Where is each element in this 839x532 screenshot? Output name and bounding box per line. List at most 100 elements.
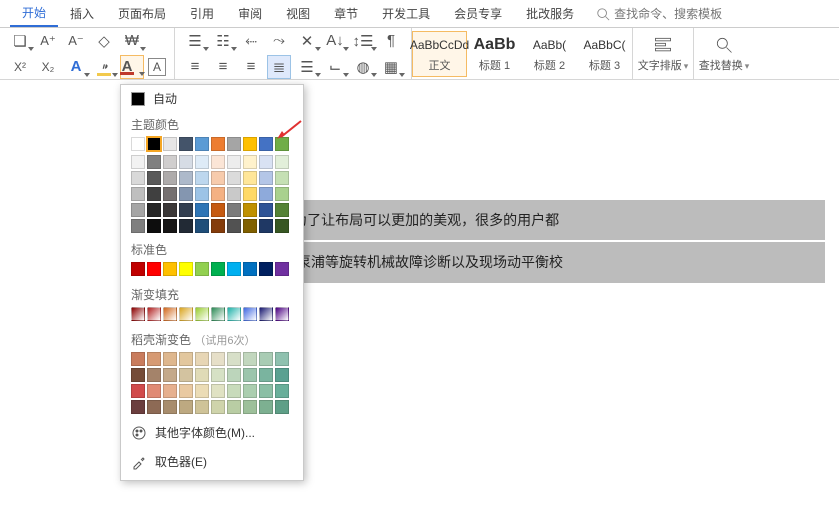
tab-insert[interactable]: 插入 — [58, 1, 106, 26]
doke-swatch[interactable] — [275, 384, 289, 398]
color-swatch[interactable] — [195, 219, 209, 233]
color-swatch[interactable] — [211, 203, 225, 217]
color-swatch[interactable] — [211, 155, 225, 169]
color-swatch[interactable] — [163, 171, 177, 185]
command-search[interactable] — [596, 7, 734, 21]
doke-swatch[interactable] — [243, 368, 257, 382]
color-swatch[interactable] — [147, 155, 161, 169]
subscript-icon[interactable]: X₂ — [36, 55, 60, 79]
doke-swatch[interactable] — [147, 368, 161, 382]
decrease-font-icon[interactable]: A⁻ — [64, 29, 88, 53]
doke-swatch[interactable] — [131, 384, 145, 398]
tab-reference[interactable]: 引用 — [178, 1, 226, 26]
doke-swatch[interactable] — [195, 352, 209, 366]
color-swatch[interactable] — [163, 262, 177, 276]
color-swatch[interactable] — [259, 219, 273, 233]
color-swatch[interactable] — [179, 155, 193, 169]
gradient-swatch[interactable] — [179, 307, 193, 321]
doke-swatch[interactable] — [227, 352, 241, 366]
color-swatch[interactable] — [147, 219, 161, 233]
align-left-icon[interactable]: ≡ — [183, 55, 207, 79]
color-swatch[interactable] — [179, 219, 193, 233]
doke-swatch[interactable] — [211, 384, 225, 398]
borders-icon[interactable]: ▦ — [379, 55, 403, 79]
color-swatch[interactable] — [259, 203, 273, 217]
color-swatch[interactable] — [195, 262, 209, 276]
color-swatch[interactable] — [243, 137, 257, 151]
color-swatch[interactable] — [163, 155, 177, 169]
color-swatch[interactable] — [227, 137, 241, 151]
doke-swatch[interactable] — [131, 352, 145, 366]
gradient-swatch[interactable] — [163, 307, 177, 321]
highlight-icon[interactable]: ⁍ — [92, 55, 116, 79]
distribute-icon[interactable]: ☰ — [295, 55, 319, 79]
color-swatch[interactable] — [227, 171, 241, 185]
color-swatch[interactable] — [131, 137, 145, 151]
color-swatch[interactable] — [195, 155, 209, 169]
line-spacing-icon[interactable]: ↕☰ — [351, 29, 375, 53]
color-swatch[interactable] — [211, 187, 225, 201]
doke-swatch[interactable] — [163, 352, 177, 366]
tab-review[interactable]: 审阅 — [226, 1, 274, 26]
eyedropper[interactable]: 取色器(E) — [121, 447, 303, 476]
color-swatch[interactable] — [179, 203, 193, 217]
doke-swatch[interactable] — [147, 384, 161, 398]
gradient-swatch[interactable] — [211, 307, 225, 321]
tab-start[interactable]: 开始 — [10, 0, 58, 27]
color-swatch[interactable] — [147, 137, 161, 151]
align-right-icon[interactable]: ≡ — [239, 55, 263, 79]
color-swatch[interactable] — [275, 262, 289, 276]
color-swatch[interactable] — [163, 137, 177, 151]
doke-swatch[interactable] — [259, 384, 273, 398]
tab-layout[interactable]: 页面布局 — [106, 1, 178, 26]
color-swatch[interactable] — [131, 187, 145, 201]
color-swatch[interactable] — [227, 203, 241, 217]
doke-swatch[interactable] — [163, 368, 177, 382]
show-marks-icon[interactable]: ¶ — [379, 29, 403, 53]
doke-swatch[interactable] — [259, 352, 273, 366]
text-effects-icon[interactable]: A — [64, 55, 88, 79]
color-auto[interactable]: 自动 — [121, 85, 303, 112]
color-swatch[interactable] — [259, 187, 273, 201]
gradient-swatch[interactable] — [131, 307, 145, 321]
color-swatch[interactable] — [275, 219, 289, 233]
color-swatch[interactable] — [163, 219, 177, 233]
doke-swatch[interactable] — [195, 400, 209, 414]
color-swatch[interactable] — [179, 187, 193, 201]
char-shading-icon[interactable]: A — [148, 58, 166, 76]
color-swatch[interactable] — [259, 262, 273, 276]
doke-swatch[interactable] — [147, 400, 161, 414]
tabs-icon[interactable]: ⌙ — [323, 55, 347, 79]
tab-chapter[interactable]: 章节 — [322, 1, 370, 26]
doke-swatch[interactable] — [179, 352, 193, 366]
color-swatch[interactable] — [275, 155, 289, 169]
color-swatch[interactable] — [195, 187, 209, 201]
color-swatch[interactable] — [259, 137, 273, 151]
clear-format-icon[interactable]: ◇ — [92, 29, 116, 53]
change-case-icon[interactable]: ₩ — [120, 29, 144, 53]
style-tile[interactable]: AaBbCcDd 正文 — [412, 31, 467, 77]
doke-swatch[interactable] — [227, 384, 241, 398]
doke-swatch[interactable] — [179, 368, 193, 382]
color-swatch[interactable] — [131, 171, 145, 185]
style-tile[interactable]: AaBbC( 标题 3 — [577, 32, 632, 76]
color-swatch[interactable] — [131, 262, 145, 276]
color-swatch[interactable] — [131, 203, 145, 217]
increase-font-icon[interactable]: A⁺ — [36, 29, 60, 53]
doke-swatch[interactable] — [275, 352, 289, 366]
color-swatch[interactable] — [243, 187, 257, 201]
gradient-swatch[interactable] — [243, 307, 257, 321]
doke-swatch[interactable] — [211, 368, 225, 382]
doke-swatch[interactable] — [131, 368, 145, 382]
color-swatch[interactable] — [211, 219, 225, 233]
doke-swatch[interactable] — [243, 384, 257, 398]
doke-swatch[interactable] — [179, 400, 193, 414]
color-swatch[interactable] — [243, 203, 257, 217]
color-swatch[interactable] — [147, 203, 161, 217]
doke-swatch[interactable] — [195, 368, 209, 382]
color-swatch[interactable] — [179, 171, 193, 185]
color-swatch[interactable] — [227, 187, 241, 201]
color-swatch[interactable] — [227, 219, 241, 233]
doke-swatch[interactable] — [211, 352, 225, 366]
doke-swatch[interactable] — [163, 384, 177, 398]
